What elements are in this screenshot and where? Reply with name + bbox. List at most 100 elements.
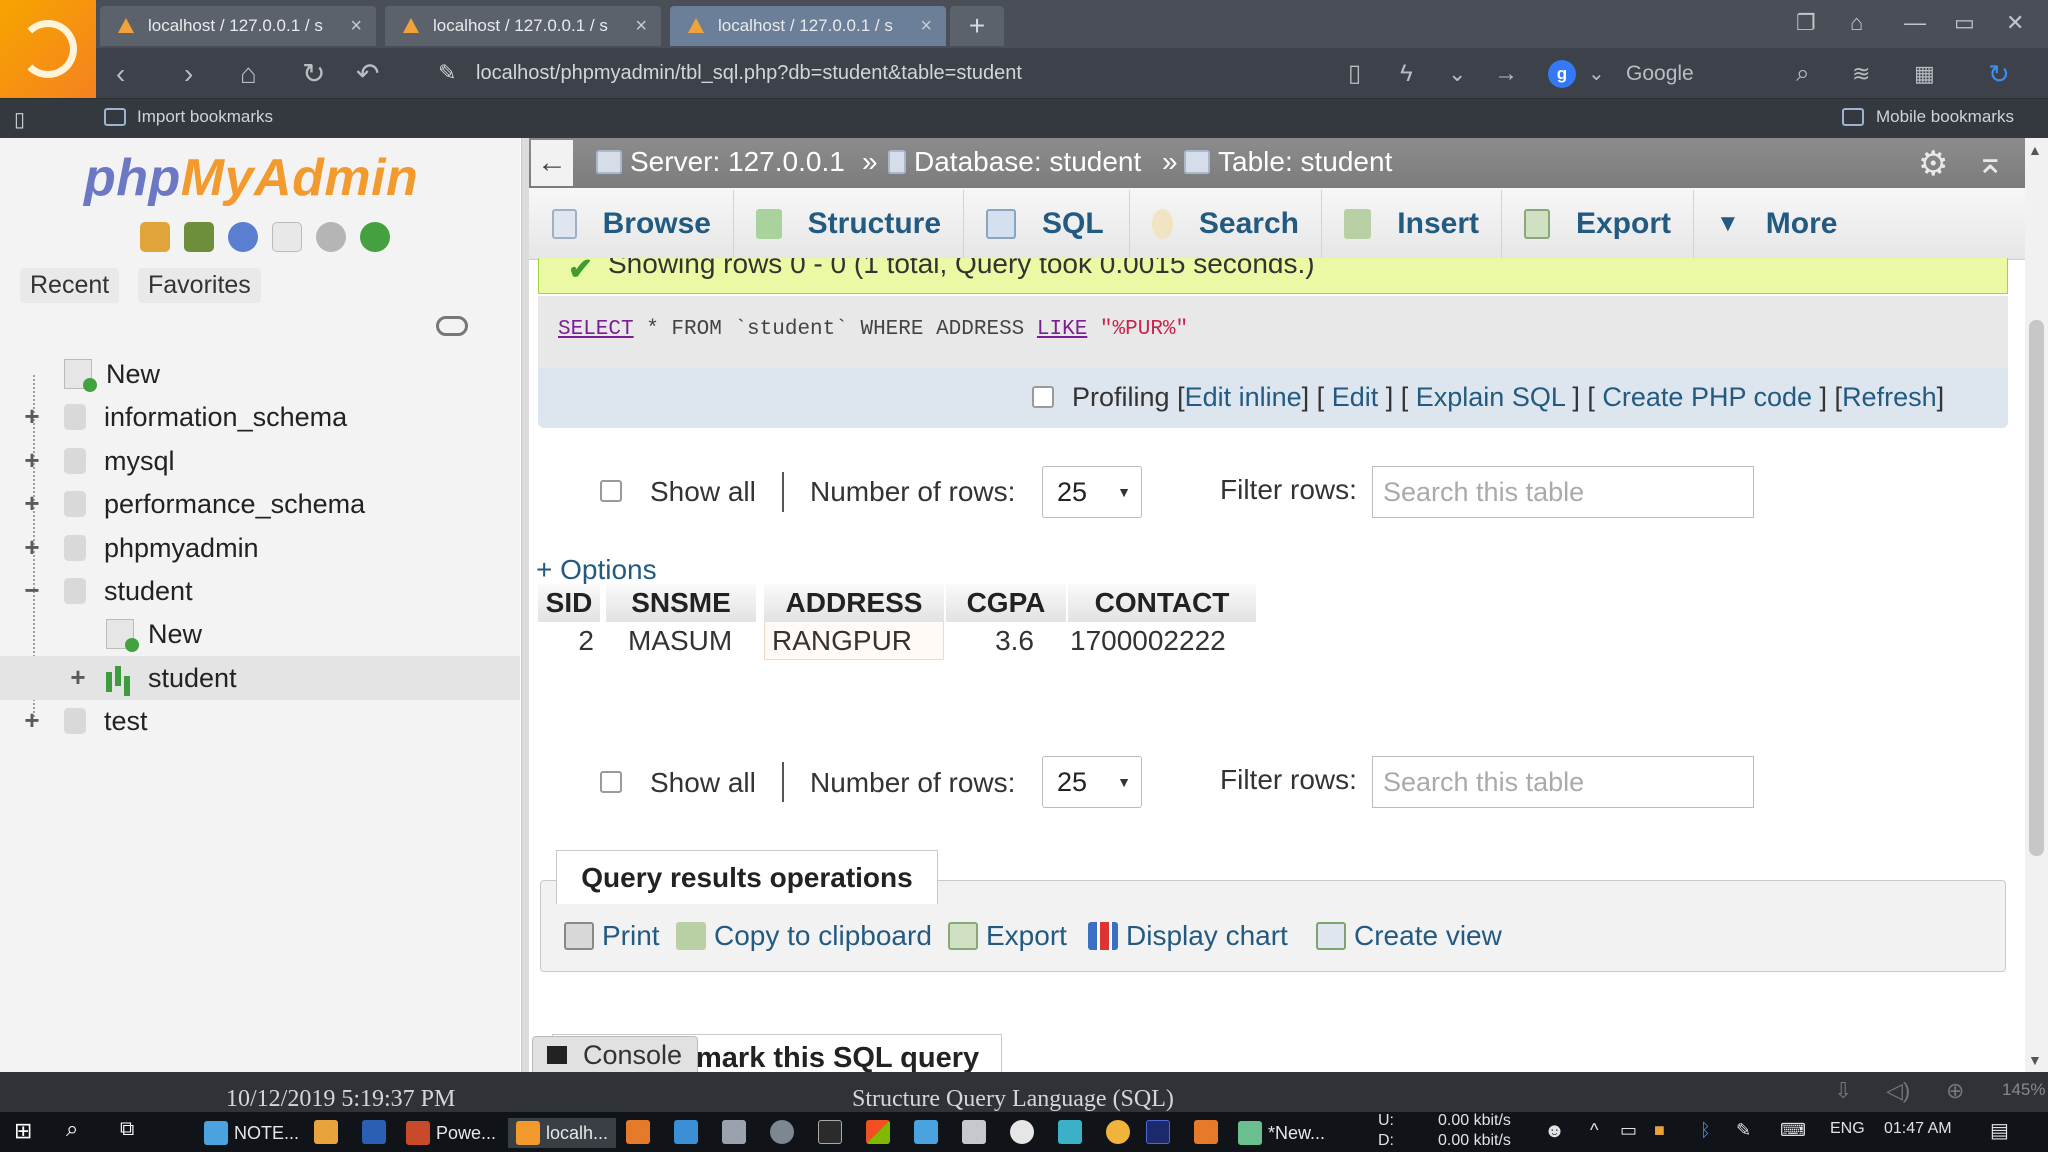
tree-item-table-student[interactable]: student [106,660,237,696]
app-icon[interactable] [1106,1120,1130,1144]
tray-icon[interactable]: ▭ [1620,1120,1637,1141]
number-of-rows-select[interactable]: 25 ▼ [1042,466,1142,518]
store-icon[interactable] [866,1120,890,1144]
link-with-main-panel-icon[interactable] [436,316,468,336]
documentation-icon[interactable] [272,222,302,252]
refresh-link[interactable]: Refresh [1842,382,1937,412]
breadcrumb-database[interactable]: Database: student [888,146,1141,178]
mobile-bookmarks-link[interactable]: Mobile bookmarks [1876,107,2014,127]
collapse-top-icon[interactable]: ⌅ [1976,142,2005,182]
app-icon[interactable] [770,1120,794,1144]
tree-item-database[interactable]: information_schema [64,399,347,435]
settings-gear-icon[interactable] [316,222,346,252]
number-of-rows-select[interactable]: 25 ▼ [1042,756,1142,808]
tab-browse[interactable]: Browse [530,190,734,258]
explain-sql-link[interactable]: Explain SQL [1416,382,1565,412]
taskbar-app-powerpoint[interactable]: Powe... [406,1118,496,1148]
command-prompt-icon[interactable] [818,1120,842,1144]
tab-structure[interactable]: Structure [734,190,964,258]
browser-tab-active[interactable]: localhost / 127.0.0.1 / s × [670,6,946,46]
panel-resize-handle[interactable] [521,138,529,1072]
taskbar-app-notepad2[interactable]: *New... [1238,1118,1325,1148]
clock[interactable]: 01:47 AM [1884,1120,1952,1138]
browser-logo-icon[interactable] [0,0,96,98]
logout-icon[interactable] [184,222,214,252]
table-cell[interactable]: 2 [538,622,594,660]
settings-gear-icon[interactable]: ⚙ [1918,144,1948,184]
language-indicator[interactable]: ENG [1830,1120,1865,1138]
column-header-cgpa[interactable]: CGPA [946,584,1066,622]
sql-query-text[interactable]: SELECT * FROM `student` WHERE ADDRESS LI… [558,318,1188,341]
edit-link[interactable]: Edit [1332,382,1379,412]
url-input[interactable]: localhost/phpmyadmin/tbl_sql.php?db=stud… [476,62,1022,85]
volume-icon[interactable]: ◁) [1886,1078,1910,1104]
notifications-icon[interactable]: ▤ [1990,1118,2009,1143]
browser-tab[interactable]: localhost / 127.0.0.1 / s × [385,6,661,46]
scroll-down-icon[interactable]: ▼ [2028,1052,2042,1068]
phpmyadmin-logo[interactable]: phpMyAdmin [84,148,418,208]
reload-navigation-icon[interactable] [360,222,390,252]
table-cell[interactable]: 1700002222 [1070,622,1256,660]
tree-item-database-student[interactable]: student [64,573,193,609]
console-button[interactable]: Console [532,1036,698,1074]
lightning-icon[interactable]: ϟ [1400,60,1413,88]
tab-sql[interactable]: SQL [964,190,1130,258]
photoshop-icon[interactable] [1146,1120,1170,1144]
search-icon[interactable]: ⌕ [1796,60,1809,88]
create-php-code-link[interactable]: Create PHP code [1602,382,1812,412]
display-chart-link[interactable]: Display chart [1088,920,1288,952]
restore-window-icon[interactable]: ❐ [1796,10,1816,36]
people-icon[interactable]: ☻ [1544,1120,1565,1143]
column-header-contact[interactable]: CONTACT [1068,584,1256,622]
print-link[interactable]: Print [564,920,660,952]
zoom-icon[interactable]: ⊕ [1946,1078,1964,1104]
grid-icon[interactable]: ▦ [1914,60,1935,88]
windows-start-icon[interactable]: ⊞ [14,1118,38,1143]
tree-item-new-table[interactable]: New [106,616,202,652]
expand-icon[interactable]: + [20,534,44,560]
scrollbar-thumb[interactable] [2029,320,2044,856]
export-link[interactable]: Export [948,920,1067,952]
show-all-checkbox[interactable] [600,771,622,793]
search-icon[interactable]: ⌕ [66,1116,90,1141]
recent-tab[interactable]: Recent [20,268,120,303]
bluetooth-icon[interactable]: ᛒ [1700,1120,1711,1141]
reader-mode-icon[interactable]: ▯ [1348,60,1361,88]
profiling-checkbox[interactable] [1032,386,1054,408]
download-icon[interactable]: ⇩ [1834,1078,1852,1104]
collapse-icon[interactable]: − [20,577,44,603]
close-tab-icon[interactable]: × [350,15,362,38]
close-tab-icon[interactable]: × [635,15,647,38]
tree-item-database[interactable]: performance_schema [64,486,365,522]
filter-rows-input[interactable]: Search this table [1372,756,1754,808]
search-engine-icon[interactable]: g [1548,60,1576,88]
expand-icon[interactable]: + [20,490,44,516]
tab-list-icon[interactable]: ⌂ [1850,10,1863,36]
scroll-up-icon[interactable]: ▲ [2028,142,2042,158]
keyboard-icon[interactable]: ⌨ [1780,1120,1806,1141]
back-icon[interactable]: ‹ [116,60,125,88]
bookmarks-panel-icon[interactable]: ▯ [14,107,25,132]
tab-more[interactable]: ▼ More [1694,190,1854,258]
app-icon[interactable] [626,1120,650,1144]
search-box[interactable]: Google [1626,62,1694,86]
chrome-icon[interactable] [1010,1120,1034,1144]
tree-item-database[interactable]: mysql [64,443,175,479]
expand-icon[interactable]: + [20,447,44,473]
collapse-navigation-icon[interactable]: ← [531,140,573,186]
filter-rows-input[interactable]: Search this table [1372,466,1754,518]
tab-export[interactable]: Export [1502,190,1694,258]
table-cell[interactable]: 3.6 [946,622,1034,660]
calculator-icon[interactable] [962,1120,986,1144]
tab-search[interactable]: Search [1130,190,1322,258]
help-icon[interactable] [228,222,258,252]
table-cell[interactable]: MASUM [628,622,758,660]
import-bookmarks-link[interactable]: Import bookmarks [137,107,273,127]
home-icon[interactable]: ⌂ [240,60,257,88]
wifi-icon[interactable]: ≋ [1852,60,1870,88]
expand-icon[interactable]: + [66,664,90,690]
minimize-icon[interactable]: — [1904,10,1926,36]
favorites-tab[interactable]: Favorites [138,268,261,303]
chevron-down-icon[interactable]: ⌄ [1448,60,1466,88]
app-icon[interactable] [722,1120,746,1144]
